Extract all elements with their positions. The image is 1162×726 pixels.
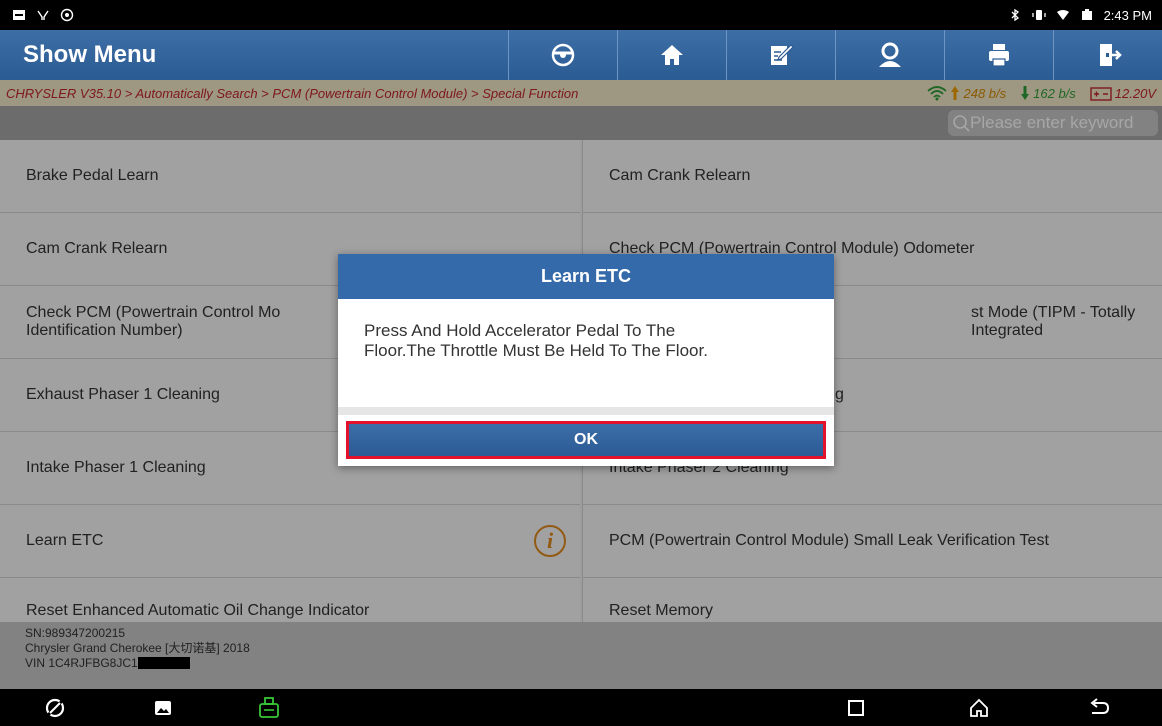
- vci-button[interactable]: [256, 695, 282, 721]
- gallery-button[interactable]: [150, 695, 176, 721]
- back-icon: [1090, 698, 1110, 714]
- steering-wheel-button[interactable]: [508, 30, 617, 80]
- status-right: 2:43 PM: [1008, 8, 1152, 23]
- gallery-icon: [155, 701, 171, 715]
- person-icon: [879, 42, 901, 67]
- exit-button[interactable]: [1053, 30, 1162, 80]
- status-time: 2:43 PM: [1103, 7, 1152, 23]
- exit-icon: [1100, 44, 1122, 66]
- home-outline-icon: [970, 698, 988, 717]
- app-header: Show Menu: [0, 30, 1162, 80]
- recent-apps-button[interactable]: [843, 695, 869, 721]
- toolbar: [508, 30, 1162, 80]
- notification-icon: [13, 10, 25, 20]
- learn-etc-dialog: Learn ETC Press And Hold Accelerator Ped…: [338, 254, 834, 466]
- vibrate-icon: [1031, 10, 1046, 20]
- home-nav-button[interactable]: [966, 695, 992, 721]
- dialog-message: Press And Hold Accelerator Pedal To The …: [338, 299, 834, 407]
- edit-button[interactable]: [726, 30, 835, 80]
- vci-icon: [259, 697, 279, 718]
- steering-wheel-icon: [551, 43, 575, 67]
- dialog-message-line2: Floor.The Throttle Must Be Held To The F…: [364, 341, 708, 360]
- dialog-message-line1: Press And Hold Accelerator Pedal To The: [364, 321, 676, 340]
- printer-icon: [989, 44, 1009, 67]
- battery-icon: [1081, 9, 1092, 20]
- print-button[interactable]: [944, 30, 1053, 80]
- square-icon: [848, 700, 864, 716]
- dialog-separator: [338, 407, 834, 415]
- browser-icon: [45, 698, 65, 718]
- home-icon: [661, 45, 683, 65]
- home-button[interactable]: [617, 30, 726, 80]
- edit-icon: [771, 44, 794, 65]
- ok-button[interactable]: OK: [346, 421, 826, 459]
- browser-button[interactable]: [42, 695, 68, 721]
- usb-icon: [37, 10, 49, 20]
- status-bar: 2:43 PM: [0, 0, 1162, 30]
- system-nav-bar: [0, 689, 1162, 726]
- page-title: Show Menu: [23, 41, 157, 68]
- back-button[interactable]: [1086, 695, 1112, 721]
- bluetooth-icon: [1011, 8, 1019, 22]
- dialog-title: Learn ETC: [338, 254, 834, 299]
- person-button[interactable]: [835, 30, 944, 80]
- status-left: [12, 8, 74, 22]
- wifi-icon: [1056, 10, 1069, 20]
- bug-icon: [60, 8, 74, 22]
